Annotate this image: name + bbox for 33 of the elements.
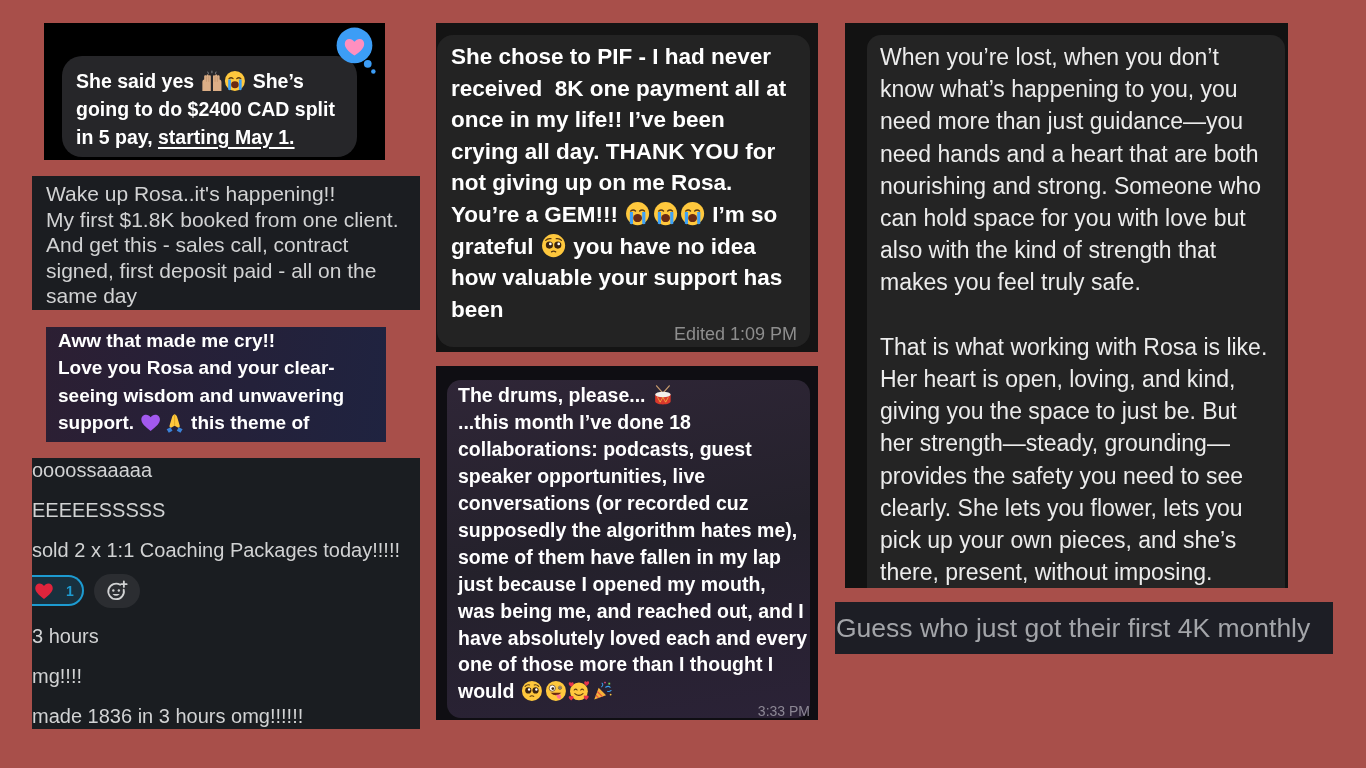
- crying-face-icon: [224, 70, 247, 92]
- message-text: EEEEESSSSS: [32, 497, 167, 522]
- add-reaction-button[interactable]: [94, 573, 140, 608]
- message-text: sold 2 x 1:1 Coaching Packages today!!!!!: [32, 537, 401, 562]
- message-text: Aww that made me cry!!: [58, 328, 277, 353]
- message-text: Guess who just got their first 4K monthly: [836, 612, 1312, 646]
- crying-face-icon: [679, 201, 705, 227]
- message-text: Wake up Rosa..it's happening!!: [46, 181, 337, 207]
- message-text: 3 hours: [32, 623, 100, 648]
- zany-face-icon: [544, 680, 567, 703]
- message-text: She chose to PIF - I had never received 8K one payment all at once in my life!! I’ve been crying all day. THANK YOU for not giving up on me Rosa. You’re a GEM!!! I’m so grateful you have no idea how valuable your support has been: [451, 43, 788, 324]
- message-timestamp: 3:33 PM: [757, 705, 810, 719]
- pleading-face-icon: [520, 680, 543, 703]
- message-text: made 1836 in 3 hours omg!!!!!!: [32, 703, 305, 728]
- crying-face-icon: [652, 201, 678, 227]
- message-timestamp: Edited 1:09 PM: [673, 325, 797, 345]
- message-text: She said yes She’s going to do $2400 CAD split in 5 pay, starting May 1.: [76, 69, 336, 150]
- message-text: oooossaaaaa: [32, 457, 154, 482]
- message-text: mg!!!!: [32, 663, 83, 688]
- smiling-face-with-hearts-icon: [568, 680, 591, 703]
- pleading-face-icon: [540, 232, 566, 259]
- date-link[interactable]: starting May 1.: [158, 126, 295, 148]
- crying-face-icon: [625, 201, 651, 227]
- message-text: ...this month I’ve done 18 collaborations: podcasts, guest speaker opportunities, live conversations (or recorded cuz supposedly the algorithm hates me), some of them have fallen in my lap just because I opened my mouth, was being me, and reached out, and I have absolutely loved each and every one of those more than I thought I would: [458, 410, 808, 705]
- reaction-pill[interactable]: 1: [32, 575, 84, 606]
- message-text: And get this - sales call, contract signed, first deposit paid - all on the same day: [46, 232, 378, 309]
- message-text: When you’re lost, when you don’t know what’s happening to you, you need more than just guidance—you need hands and a heart that are both nourishing and strong. Someone who can hold space for you with love but also with the kind of strength that makes you feel truly safe.: [880, 43, 1263, 298]
- message-text: The drums, please...: [458, 382, 810, 410]
- message-text: Love you Rosa and your clear-seeing wisdom and unwavering support. this theme of: [58, 356, 346, 435]
- raised-hands-icon: [200, 70, 223, 92]
- add-emoji-icon: [106, 579, 128, 602]
- message-text: That is what working with Rosa is like. Her heart is open, loving, and kind, giving you the space to just be. But her strength—steady, grounding—provides the safety you need to see clearly. She lets you flower, lets you pick up your own pieces, and she’s there, present, without imposing.: [880, 332, 1269, 588]
- message-text: My first $1.8K booked from one client.: [46, 206, 400, 232]
